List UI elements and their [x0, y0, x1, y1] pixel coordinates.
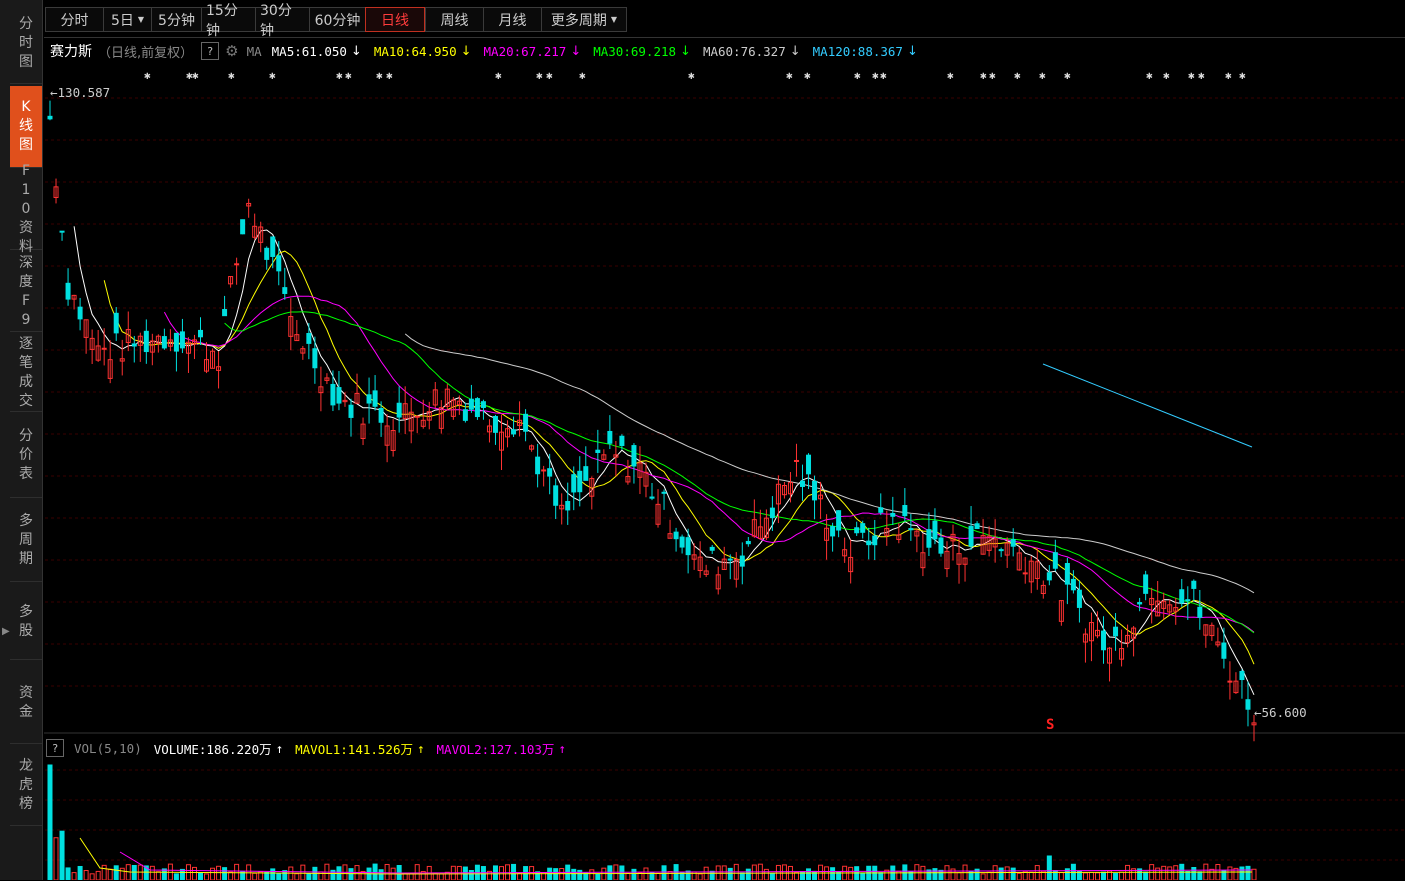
sidebar-item-label: 多股 — [19, 603, 33, 639]
stock-name: 赛力斯 — [50, 44, 92, 60]
sidebar-item-3[interactable]: 深度F9 — [10, 252, 42, 332]
tab-label: 分时 — [60, 12, 89, 29]
tab-period-3[interactable]: 15分钟 — [201, 3, 255, 39]
volume-value: MAVOL2:127.103万 — [436, 741, 555, 757]
volume-help-button[interactable]: ? — [46, 739, 64, 757]
ma-value: MA60:76.327 — [702, 43, 786, 59]
tab-period-8[interactable]: 月线 — [483, 7, 541, 32]
tab-label: 周线 — [440, 12, 469, 29]
arrow-down-icon: ↓ — [906, 43, 918, 59]
ma-value: MA5:61.050 — [271, 43, 347, 59]
tab-label: 月线 — [498, 12, 527, 29]
caret-down-icon: ▼ — [610, 15, 618, 24]
arrow-down-icon: ↓ — [460, 43, 472, 59]
tab-label: 更多周期 — [550, 12, 607, 29]
sidebar-item-label: 分价表 — [19, 428, 33, 482]
sidebar-item-1[interactable]: K线图 — [10, 86, 42, 168]
sidebar-item-label: 龙虎榜 — [19, 758, 33, 812]
sidebar-item-label: 多周期 — [19, 513, 33, 567]
ma-label: MA — [246, 43, 262, 59]
volume-value: MAVOL1:141.526万 — [295, 741, 413, 757]
tab-label: 日线 — [381, 12, 409, 29]
volume-value: VOLUME:186.220万 — [153, 741, 272, 757]
sidebar-item-8[interactable]: 资金 — [10, 662, 42, 744]
tab-period-4[interactable]: 30分钟 — [255, 3, 309, 39]
sidebar-item-label: 深度F9 — [19, 254, 33, 328]
tab-period-1[interactable]: 5日 ▼ — [103, 7, 151, 32]
caret-down-icon: ▼ — [137, 15, 145, 24]
sidebar-item-9[interactable]: 龙虎榜 — [10, 746, 42, 826]
period-tabs: 分时 5日 ▼ 5分钟 15分钟 30分钟 60分钟 日线 周线 月线 更多周期 ▼ — [45, 3, 627, 39]
tab-label: 5日 — [110, 12, 134, 29]
arrow-up-icon: ↑ — [416, 740, 425, 756]
sidebar-item-label: K线图 — [19, 99, 33, 153]
sidebar-item-6[interactable]: 多周期 — [10, 500, 42, 582]
settings-gear-icon[interactable]: ⚙ — [225, 42, 238, 60]
tab-label: 5分钟 — [158, 12, 195, 29]
period-info: （日线,前复权） — [98, 45, 194, 61]
sidebar-item-label: 逐笔成交 — [19, 335, 33, 409]
indicator-bar: 赛力斯 （日线,前复权） ? ⚙ MA MA5:61.050 ↓ MA10:64.9… — [50, 41, 930, 61]
arrow-down-icon: ↓ — [570, 43, 582, 59]
sidebar-item-7[interactable]: 多股 — [10, 584, 42, 660]
tab-period-7[interactable]: 周线 — [425, 7, 483, 32]
sidebar-item-label: 资金 — [19, 684, 33, 720]
ma-value: MA20:67.217 — [483, 43, 567, 59]
ma-value: MA30:69.218 — [593, 43, 677, 59]
tab-label: 15分钟 — [206, 2, 238, 39]
help-button[interactable]: ? — [201, 42, 220, 60]
sidebar-collapse-toggle[interactable]: ▶ — [2, 626, 10, 646]
arrow-up-icon: ↑ — [558, 740, 566, 756]
tab-label: 30分钟 — [260, 2, 292, 39]
arrow-down-icon: ↓ — [350, 43, 362, 59]
tab-period-9[interactable]: 更多周期 ▼ — [541, 7, 627, 32]
arrow-up-icon: ↑ — [275, 740, 284, 756]
sidebar-item-5[interactable]: 分价表 — [10, 414, 42, 498]
sidebar-item-2[interactable]: F10资料 — [10, 163, 42, 255]
tab-label: 60分钟 — [314, 12, 361, 29]
tab-period-5[interactable]: 60分钟 — [309, 7, 365, 32]
ma-value: MA120:88.367 — [812, 43, 903, 59]
tab-period-0[interactable]: 分时 — [45, 7, 103, 32]
sidebar-item-0[interactable]: 分时图 — [10, 4, 42, 84]
arrow-down-icon: ↓ — [789, 43, 801, 59]
arrow-down-icon: ↓ — [680, 43, 691, 59]
volume-indicator-name: VOL(5,10) — [74, 740, 142, 756]
sidebar-item-label: F10资料 — [19, 163, 33, 255]
ma-value: MA10:64.950 — [373, 43, 457, 59]
tab-period-2[interactable]: 5分钟 — [151, 7, 201, 32]
sidebar-item-4[interactable]: 逐笔成交 — [10, 334, 42, 412]
tab-period-6[interactable]: 日线 — [365, 7, 425, 32]
volume-indicator-bar: ? VOL(5,10) VOLUME:186.220万 ↑ MAVOL1:141.5… — [46, 739, 578, 757]
sidebar-item-label: 分时图 — [19, 16, 33, 70]
